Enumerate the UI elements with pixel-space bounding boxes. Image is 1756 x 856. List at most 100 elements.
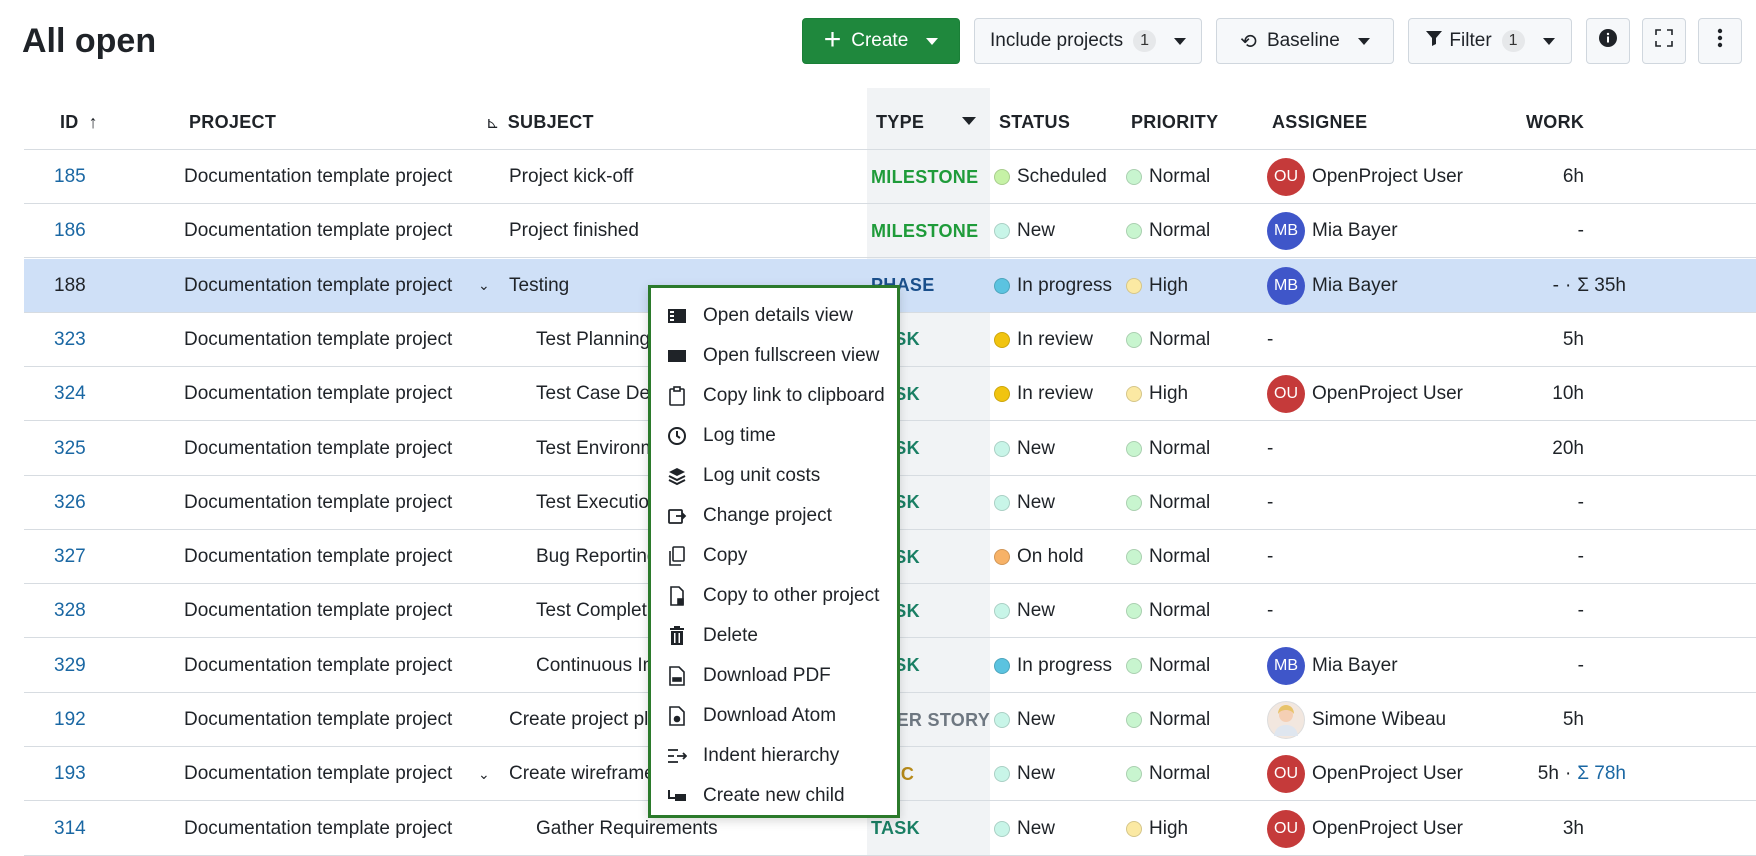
priority-cell[interactable]: Normal xyxy=(1126,584,1210,638)
status-cell[interactable]: In progress xyxy=(994,639,1112,693)
subject-cell[interactable]: Create wireframes xyxy=(509,747,664,801)
assignee-cell[interactable]: - xyxy=(1267,313,1273,367)
subject-cell[interactable]: Test Planning xyxy=(536,313,650,367)
work-package-id-link[interactable]: 326 xyxy=(54,476,86,530)
priority-cell[interactable]: Normal xyxy=(1126,747,1210,801)
context-menu-item-change-project[interactable]: Change project xyxy=(651,496,897,536)
status-cell[interactable]: New xyxy=(994,584,1055,638)
subject-cell[interactable]: Create project plan xyxy=(509,693,670,747)
work-package-id-link[interactable]: 192 xyxy=(54,693,86,747)
subject-cell[interactable]: Testing xyxy=(509,259,569,313)
filter-button[interactable]: Filter 1 xyxy=(1408,18,1572,64)
work-cell[interactable]: 6h xyxy=(1424,150,1584,204)
info-button[interactable] xyxy=(1586,18,1630,64)
work-package-id-link[interactable]: 323 xyxy=(54,313,86,367)
assignee-cell[interactable]: MB Mia Bayer xyxy=(1267,204,1398,258)
work-cell[interactable]: - xyxy=(1424,204,1584,258)
include-projects-button[interactable]: Include projects 1 xyxy=(974,18,1202,64)
collapse-toggle-icon[interactable]: ⌄ xyxy=(478,747,490,801)
more-options-button[interactable] xyxy=(1698,18,1742,64)
hierarchy-icon[interactable]: ⊾ xyxy=(486,115,500,132)
subject-cell[interactable]: Bug Reporting xyxy=(536,530,657,584)
context-menu-item-open-details-view[interactable]: Open details view xyxy=(651,296,897,336)
column-header-work[interactable]: WORK xyxy=(1526,112,1584,133)
collapse-toggle-icon[interactable]: ⌄ xyxy=(478,259,490,313)
work-cell[interactable]: 5h · Σ 78h xyxy=(1424,747,1626,801)
work-cell[interactable]: 5h xyxy=(1424,313,1584,367)
status-cell[interactable]: In progress xyxy=(994,259,1112,313)
subject-cell[interactable]: Project finished xyxy=(509,204,639,258)
status-cell[interactable]: New xyxy=(994,476,1055,530)
assignee-cell[interactable]: - xyxy=(1267,584,1273,638)
column-header-subject[interactable]: ⊾ SUBJECT xyxy=(486,112,594,133)
column-header-id[interactable]: ID ↑ xyxy=(60,112,98,133)
table-row[interactable]: 186 Documentation template project Project… xyxy=(24,204,1756,259)
context-menu-item-create-new-child[interactable]: Create new child xyxy=(651,776,897,816)
status-cell[interactable]: In review xyxy=(994,367,1093,421)
context-menu-item-copy-to-other-project[interactable]: Copy to other project xyxy=(651,576,897,616)
priority-cell[interactable]: Normal xyxy=(1126,693,1210,747)
priority-cell[interactable]: Normal xyxy=(1126,476,1210,530)
priority-cell[interactable]: Normal xyxy=(1126,639,1210,693)
work-package-id-link[interactable]: 324 xyxy=(54,367,86,421)
work-package-id-link[interactable]: 188 xyxy=(54,259,86,313)
status-cell[interactable]: On hold xyxy=(994,530,1084,584)
work-cell[interactable]: - xyxy=(1424,530,1584,584)
context-menu-item-download-pdf[interactable]: Download PDF xyxy=(651,656,897,696)
priority-cell[interactable]: Normal xyxy=(1126,530,1210,584)
assignee-cell[interactable]: MB Mia Bayer xyxy=(1267,639,1398,693)
status-cell[interactable]: Scheduled xyxy=(994,150,1107,204)
work-cell[interactable]: - xyxy=(1424,639,1584,693)
status-cell[interactable]: In review xyxy=(994,313,1093,367)
assignee-cell[interactable]: - xyxy=(1267,530,1273,584)
priority-cell[interactable]: High xyxy=(1126,802,1188,856)
fullscreen-button[interactable] xyxy=(1642,18,1686,64)
priority-cell[interactable]: Normal xyxy=(1126,313,1210,367)
type-cell[interactable]: MILESTONE xyxy=(871,204,978,258)
work-cell[interactable]: 10h xyxy=(1424,367,1584,421)
subject-cell[interactable]: Test Execution xyxy=(536,476,660,530)
work-package-id-link[interactable]: 328 xyxy=(54,584,86,638)
work-cell[interactable]: - xyxy=(1424,584,1584,638)
work-cell[interactable]: 3h xyxy=(1424,802,1584,856)
subject-cell[interactable]: Project kick-off xyxy=(509,150,633,204)
context-menu-item-indent-hierarchy[interactable]: Indent hierarchy xyxy=(651,736,897,776)
assignee-cell[interactable]: MB Mia Bayer xyxy=(1267,259,1398,313)
context-menu-item-download-atom[interactable]: Download Atom xyxy=(651,696,897,736)
column-header-priority[interactable]: PRIORITY xyxy=(1131,112,1218,133)
work-package-id-link[interactable]: 325 xyxy=(54,422,86,476)
work-cell[interactable]: 5h xyxy=(1424,693,1584,747)
status-cell[interactable]: New xyxy=(994,204,1055,258)
column-header-project[interactable]: PROJECT xyxy=(189,112,276,133)
priority-cell[interactable]: Normal xyxy=(1126,422,1210,476)
work-package-id-link[interactable]: 329 xyxy=(54,639,86,693)
type-cell[interactable]: MILESTONE xyxy=(871,150,978,204)
context-menu-item-delete[interactable]: Delete xyxy=(651,616,897,656)
assignee-cell[interactable]: - xyxy=(1267,422,1273,476)
context-menu-item-log-unit-costs[interactable]: Log unit costs xyxy=(651,456,897,496)
table-row[interactable]: 185 Documentation template project Project… xyxy=(24,150,1756,204)
work-package-id-link[interactable]: 185 xyxy=(54,150,86,204)
work-package-id-link[interactable]: 186 xyxy=(54,204,86,258)
priority-cell[interactable]: Normal xyxy=(1126,150,1210,204)
priority-cell[interactable]: High xyxy=(1126,259,1188,313)
priority-cell[interactable]: Normal xyxy=(1126,204,1210,258)
assignee-cell[interactable]: - xyxy=(1267,476,1273,530)
work-sum-link[interactable]: Σ 78h xyxy=(1577,763,1626,785)
baseline-button[interactable]: ⟲ Baseline xyxy=(1216,18,1394,64)
status-cell[interactable]: New xyxy=(994,693,1055,747)
context-menu-item-copy-link-to-clipboard[interactable]: Copy link to clipboard xyxy=(651,376,897,416)
column-header-status[interactable]: STATUS xyxy=(999,112,1070,133)
work-cell[interactable]: - xyxy=(1424,476,1584,530)
context-menu-item-log-time[interactable]: Log time xyxy=(651,416,897,456)
work-cell[interactable]: 20h xyxy=(1424,422,1584,476)
work-package-id-link[interactable]: 193 xyxy=(54,747,86,801)
column-header-type[interactable]: TYPE xyxy=(876,112,924,133)
create-button[interactable]: + Create xyxy=(802,18,960,64)
priority-cell[interactable]: High xyxy=(1126,367,1188,421)
status-cell[interactable]: New xyxy=(994,747,1055,801)
column-header-assignee[interactable]: ASSIGNEE xyxy=(1272,112,1367,133)
context-menu-item-copy[interactable]: Copy xyxy=(651,536,897,576)
assignee-cell[interactable]: Simone Wibeau xyxy=(1267,693,1446,747)
work-package-id-link[interactable]: 314 xyxy=(54,802,86,856)
